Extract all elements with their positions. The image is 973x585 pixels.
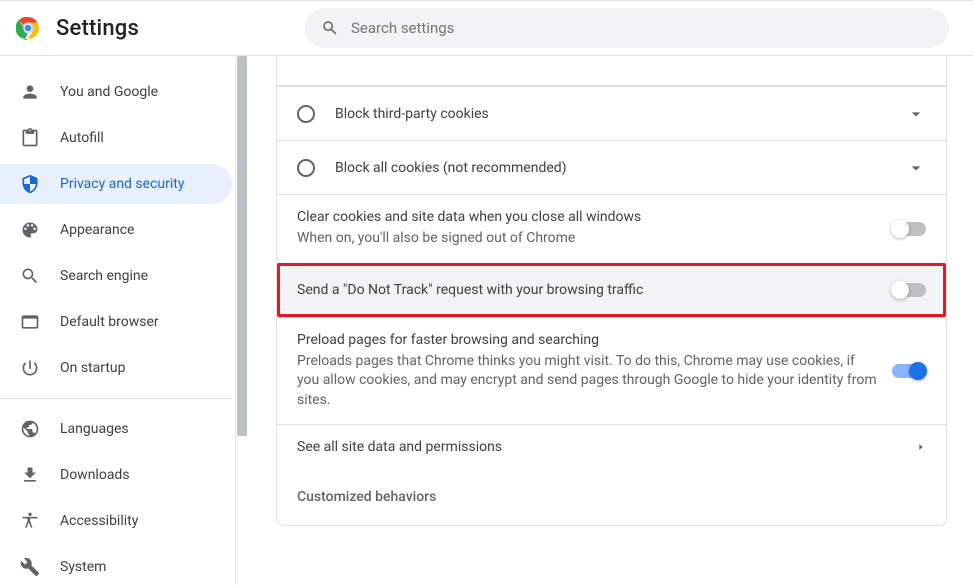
toggle-dnt[interactable] (892, 283, 926, 297)
power-icon (20, 358, 40, 378)
radio-block-incognito[interactable]: Block third-party cookies in Incognito ⌄ (277, 56, 946, 86)
download-icon (20, 465, 40, 485)
sidebar-item-system[interactable]: System (0, 547, 232, 585)
setting-desc: Preloads pages that Chrome thinks you mi… (297, 352, 880, 411)
sidebar-item-accessibility[interactable]: Accessibility (0, 501, 232, 541)
customized-behaviors-section: Customized behaviors (277, 469, 946, 525)
palette-icon (20, 220, 40, 240)
search-icon (20, 266, 40, 286)
globe-icon (20, 419, 40, 439)
setting-title: Preload pages for faster browsing and se… (297, 332, 880, 348)
sidebar-item-autofill[interactable]: Autofill (0, 118, 232, 158)
sidebar-item-label: You and Google (60, 84, 158, 100)
sidebar-item-label: Default browser (60, 314, 159, 330)
sidebar-item-label: Accessibility (60, 513, 138, 529)
page-title: Settings (56, 16, 139, 41)
sidebar: You and Google Autofill Privacy and secu… (0, 56, 250, 585)
browser-icon (20, 312, 40, 332)
setting-title: Send a "Do Not Track" request with your … (297, 282, 880, 298)
sidebar-scrollbar[interactable] (235, 56, 249, 585)
sidebar-item-on-startup[interactable]: On startup (0, 348, 232, 388)
sidebar-item-label: Languages (60, 421, 129, 437)
sidebar-item-label: System (60, 559, 106, 575)
sidebar-item-label: Appearance (60, 222, 134, 238)
sidebar-item-label: Downloads (60, 467, 130, 483)
shield-icon (20, 174, 40, 194)
setting-preload[interactable]: Preload pages for faster browsing and se… (277, 317, 946, 425)
radio-block-all[interactable]: Block all cookies (not recommended) (277, 140, 946, 194)
sidebar-item-privacy-security[interactable]: Privacy and security (0, 164, 232, 204)
sidebar-item-label: On startup (60, 360, 126, 376)
setting-dnt-highlight: Send a "Do Not Track" request with your … (277, 263, 946, 317)
sidebar-item-search-engine[interactable]: Search engine (0, 256, 232, 296)
search-icon (321, 19, 339, 37)
toggle-clear-on-close[interactable] (892, 222, 926, 236)
setting-clear-on-close[interactable]: Clear cookies and site data when you clo… (277, 194, 946, 263)
setting-title: See all site data and permissions (297, 439, 904, 455)
search-input[interactable] (351, 19, 933, 37)
radio-icon (297, 105, 315, 123)
setting-dnt[interactable]: Send a "Do Not Track" request with your … (280, 266, 943, 314)
section-heading: Customized behaviors (297, 489, 926, 505)
search-box[interactable] (305, 8, 949, 48)
clipboard-icon (20, 128, 40, 148)
setting-title: Clear cookies and site data when you clo… (297, 209, 880, 225)
sidebar-item-languages[interactable]: Languages (0, 409, 232, 449)
radio-block-third-party[interactable]: Block third-party cookies (277, 86, 946, 140)
wrench-icon (20, 557, 40, 577)
cookies-card: Block third-party cookies in Incognito ⌄… (276, 56, 947, 526)
radio-label: Block all cookies (not recommended) (335, 160, 567, 176)
sidebar-item-label: Autofill (60, 130, 104, 146)
person-icon (20, 82, 40, 102)
scrollbar-thumb[interactable] (237, 56, 247, 436)
radio-label: Block third-party cookies (335, 106, 489, 122)
accessibility-icon (20, 511, 40, 531)
setting-desc: When on, you'll also be signed out of Ch… (297, 229, 880, 249)
main-content: Block third-party cookies in Incognito ⌄… (250, 56, 973, 585)
toggle-preload[interactable] (892, 364, 926, 378)
arrow-right-icon (916, 442, 926, 452)
radio-icon (297, 159, 315, 177)
chrome-logo-icon (16, 16, 40, 40)
sidebar-item-you-google[interactable]: You and Google (0, 72, 232, 112)
sidebar-item-appearance[interactable]: Appearance (0, 210, 232, 250)
sidebar-divider (0, 398, 232, 399)
sidebar-item-downloads[interactable]: Downloads (0, 455, 232, 495)
sidebar-item-default-browser[interactable]: Default browser (0, 302, 232, 342)
chevron-down-icon[interactable] (906, 158, 926, 178)
sidebar-item-label: Privacy and security (60, 176, 184, 192)
setting-see-all-data[interactable]: See all site data and permissions (277, 424, 946, 469)
chevron-down-icon[interactable] (906, 104, 926, 124)
sidebar-item-label: Search engine (60, 268, 148, 284)
header: Settings (0, 0, 973, 56)
